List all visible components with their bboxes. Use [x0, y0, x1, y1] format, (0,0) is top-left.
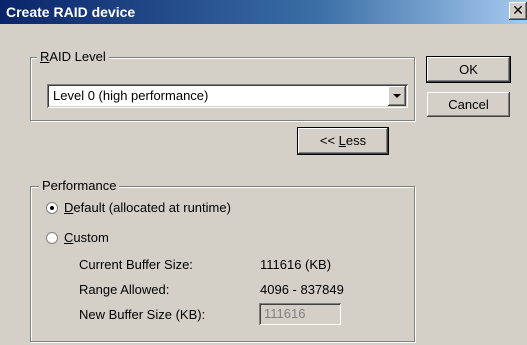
ok-button[interactable]: OK: [427, 57, 510, 82]
close-icon: ✕: [512, 2, 524, 18]
window-title: Create RAID device: [6, 4, 136, 20]
radio-default-button[interactable]: [46, 202, 58, 214]
raid-level-selected-value: Level 0 (high performance): [53, 88, 209, 103]
radio-custom-button[interactable]: [46, 232, 58, 244]
radio-custom-label: Custom: [64, 230, 109, 245]
less-button[interactable]: << Less: [298, 128, 388, 154]
raid-level-dropdown[interactable]: Level 0 (high performance): [47, 84, 408, 108]
performance-label: Performance: [39, 178, 120, 193]
chevron-down-icon[interactable]: [388, 86, 406, 106]
range-allowed-value: 4096 - 837849: [260, 282, 344, 297]
current-buffer-value: 111616 (KB): [260, 257, 332, 272]
cancel-button[interactable]: Cancel: [427, 92, 510, 117]
new-buffer-size-input[interactable]: 111616: [259, 303, 341, 325]
range-allowed-label: Range Allowed:: [79, 282, 170, 297]
new-buffer-label: New Buffer Size (KB):: [79, 307, 206, 322]
title-bar: Create RAID device ✕: [0, 0, 527, 24]
radio-default-label: Default (allocated at runtime): [64, 200, 231, 215]
current-buffer-label: Current Buffer Size:: [79, 257, 193, 272]
raid-level-group: RAID Level Level 0 (high performance): [30, 49, 415, 121]
close-button[interactable]: ✕: [509, 2, 527, 20]
raid-level-label: RAID Level: [37, 49, 109, 64]
